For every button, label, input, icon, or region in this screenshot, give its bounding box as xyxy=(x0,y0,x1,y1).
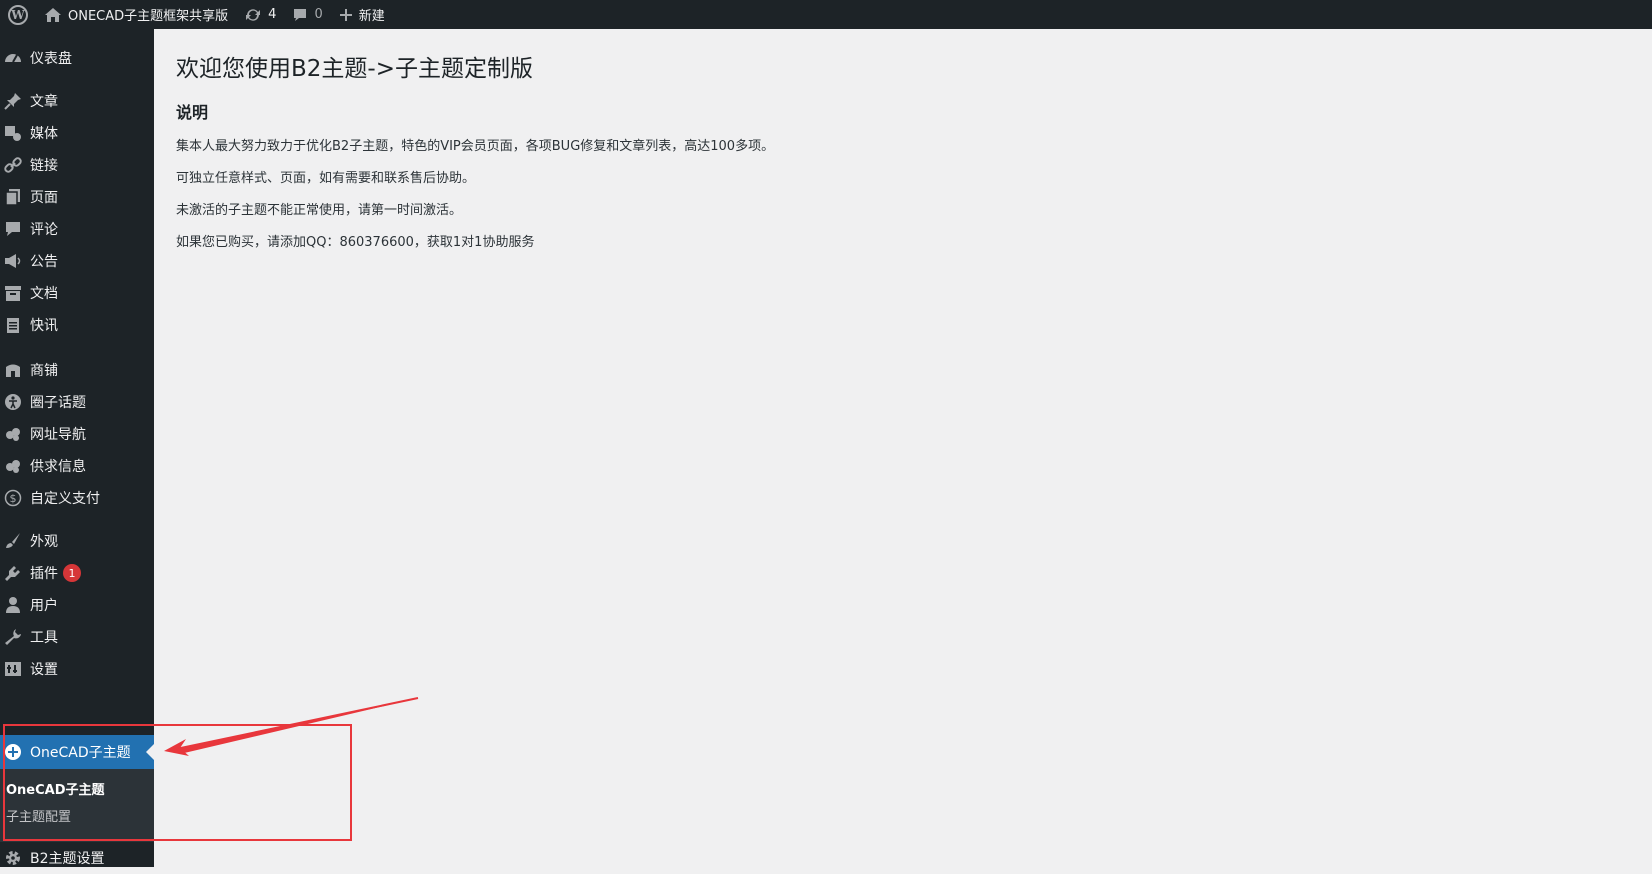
menu-label: B2主题设置 xyxy=(30,851,105,867)
comment-icon xyxy=(3,219,23,239)
wrench-icon xyxy=(3,627,23,647)
description-paragraph: 如果您已购买，请添加QQ：860376600，获取1对1协助服务 xyxy=(176,235,535,250)
wordpress-logo-icon: W xyxy=(8,4,28,25)
home-icon xyxy=(44,7,62,23)
menu-tools[interactable]: 工具 xyxy=(0,621,154,653)
menu-documents[interactable]: 文档 xyxy=(0,277,154,309)
comments-link[interactable]: 0 xyxy=(284,0,330,29)
menu-url-nav[interactable]: 网址导航 xyxy=(0,418,154,450)
page-icon xyxy=(3,187,23,207)
updates-icon xyxy=(244,7,262,23)
menu-label: 评论 xyxy=(30,222,58,238)
site-name-link[interactable]: ONECAD子主题框架共享版 xyxy=(36,0,236,29)
section-title: 说明 xyxy=(176,103,209,122)
menu-circles[interactable]: 圈子话题 xyxy=(0,386,154,418)
updates-link[interactable]: 4 xyxy=(236,0,284,29)
menu-b2-settings[interactable]: B2主题设置 xyxy=(0,842,154,874)
menu-custom-payment[interactable]: $ 自定义支付 xyxy=(0,482,154,514)
menu-label: 商铺 xyxy=(30,363,58,379)
menu-label: 外观 xyxy=(30,534,58,550)
universal-access-icon xyxy=(3,392,23,412)
updates-count: 4 xyxy=(268,7,277,22)
menu-appearance[interactable]: 外观 xyxy=(0,525,154,557)
new-label: 新建 xyxy=(358,9,385,24)
menu-label: 链接 xyxy=(30,158,58,174)
menu-label: 插件 xyxy=(30,566,58,582)
gear-icon xyxy=(3,848,23,868)
menu-label: 网址导航 xyxy=(30,427,86,443)
menu-comments[interactable]: 评论 xyxy=(0,213,154,245)
description-paragraph: 可独立任意样式、页面，如有需要和联系售后协助。 xyxy=(176,171,476,186)
page-title: 欢迎您使用B2主题->子主题定制版 xyxy=(176,56,533,82)
gear-cluster-icon xyxy=(3,424,23,444)
admin-bar: W ONECAD子主题框架共享版 4 0 新建 xyxy=(0,0,1652,29)
link-icon xyxy=(3,155,23,175)
user-icon xyxy=(3,595,23,615)
wp-logo-menu[interactable]: W xyxy=(0,0,36,29)
media-icon xyxy=(3,123,23,143)
menu-pages[interactable]: 页面 xyxy=(0,181,154,213)
menu-settings[interactable]: 设置 xyxy=(0,653,154,685)
plus-icon xyxy=(339,8,353,22)
svg-text:$: $ xyxy=(10,492,17,505)
menu-label: 用户 xyxy=(30,598,58,614)
description-paragraph: 未激活的子主题不能正常使用，请第一时间激活。 xyxy=(176,203,463,218)
menu-media[interactable]: 媒体 xyxy=(0,117,154,149)
menu-label: 圈子话题 xyxy=(30,395,86,411)
menu-label: 文档 xyxy=(30,286,58,302)
site-name: ONECAD子主题框架共享版 xyxy=(68,9,229,24)
dashboard-icon xyxy=(3,48,23,68)
menu-plugins[interactable]: 插件 1 xyxy=(0,557,154,589)
archive-icon xyxy=(3,283,23,303)
menu-label: 工具 xyxy=(30,630,58,646)
description-paragraph: 集本人最大努力致力于优化B2子主题，特色的VIP会员页面，各项BUG修复和文章列… xyxy=(176,139,775,154)
plugin-icon xyxy=(3,563,23,583)
menu-users[interactable]: 用户 xyxy=(0,589,154,621)
menu-label: 快讯 xyxy=(30,318,58,334)
menu-announcements[interactable]: 公告 xyxy=(0,245,154,277)
gear-cluster-icon xyxy=(3,456,23,476)
menu-label: 页面 xyxy=(30,190,58,206)
menu-links[interactable]: 链接 xyxy=(0,149,154,181)
menu-label: 供求信息 xyxy=(30,459,86,475)
brush-icon xyxy=(3,531,23,551)
megaphone-icon xyxy=(3,251,23,271)
comments-count: 0 xyxy=(314,7,323,22)
new-content-link[interactable]: 新建 xyxy=(331,0,393,29)
menu-newsflash[interactable]: 快讯 xyxy=(0,309,154,341)
dollar-icon: $ xyxy=(3,488,23,508)
clipboard-icon xyxy=(3,315,23,335)
pin-icon xyxy=(3,91,23,111)
annotation-highlight-box xyxy=(3,724,352,841)
comment-icon xyxy=(292,7,308,23)
menu-dashboard[interactable]: 仪表盘 xyxy=(0,42,154,74)
menu-label: 设置 xyxy=(30,662,58,678)
menu-shop[interactable]: 商铺 xyxy=(0,354,154,386)
menu-supply-demand[interactable]: 供求信息 xyxy=(0,450,154,482)
menu-label: 公告 xyxy=(30,254,58,270)
menu-label: 仪表盘 xyxy=(30,51,72,67)
menu-label: 自定义支付 xyxy=(30,491,100,507)
store-icon xyxy=(3,360,23,380)
menu-posts[interactable]: 文章 xyxy=(0,85,154,117)
settings-icon xyxy=(3,659,23,679)
menu-label: 文章 xyxy=(30,94,58,110)
menu-label: 媒体 xyxy=(30,126,58,142)
plugin-update-badge: 1 xyxy=(63,564,81,582)
